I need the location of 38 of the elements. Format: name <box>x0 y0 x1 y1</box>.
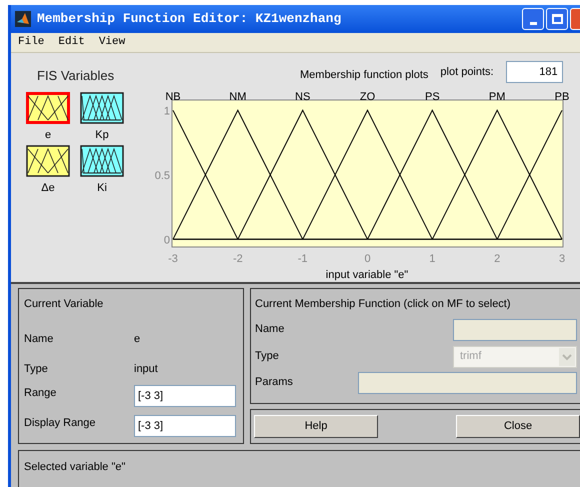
axis-tick-label: 0 <box>364 253 371 265</box>
panel-title: Current Membership Function (click on MF to select) <box>255 297 512 312</box>
plot-points-label: plot points: <box>440 64 494 80</box>
axis-tick-label: 0 <box>164 234 170 246</box>
window-title: Membership Function Editor: KZ1wenzhang <box>37 10 342 28</box>
variable-type: input <box>134 362 158 374</box>
axis-label: input variable "e" <box>326 269 408 281</box>
plot-title: Membership function plots <box>300 68 428 83</box>
status-text: Selected variable "e" <box>24 461 126 473</box>
curve-label: PM <box>488 91 506 103</box>
axis-tick-label: 0.5 <box>154 170 170 182</box>
field-label: Name <box>255 322 286 338</box>
variable-label: e <box>44 128 52 142</box>
curve-label: ZO <box>360 91 376 103</box>
axis-tick-label: 3 <box>558 253 566 265</box>
axis-tick-label: 1 <box>429 253 436 265</box>
axis-tick-label: 2 <box>494 253 500 265</box>
curve-label: NB <box>165 91 181 103</box>
axis-tick-label: -3 <box>168 253 178 265</box>
curve-label: NM <box>229 91 246 103</box>
axis-tick-label: -1 <box>298 253 308 265</box>
variable-label: Kp <box>95 128 109 142</box>
curve-label: PB <box>554 91 570 103</box>
variable-name: e <box>134 332 140 344</box>
field-label: Display Range <box>24 416 97 430</box>
variable-label: Δe <box>41 180 55 196</box>
variable-label: Ki <box>97 180 107 196</box>
axis-tick-label: 1 <box>164 105 170 118</box>
field-label: Name <box>24 332 54 344</box>
curve-label: PS <box>425 91 440 103</box>
field-label: Range <box>24 386 58 400</box>
field-label: Params <box>255 375 294 390</box>
field-label: Type <box>255 349 280 364</box>
field-label: Type <box>24 362 49 374</box>
panel-title: Current Variable <box>24 297 104 312</box>
section-title: FIS Variables <box>36 67 116 85</box>
curve-label: NS <box>295 91 310 103</box>
axis-tick-label: -2 <box>232 253 243 265</box>
